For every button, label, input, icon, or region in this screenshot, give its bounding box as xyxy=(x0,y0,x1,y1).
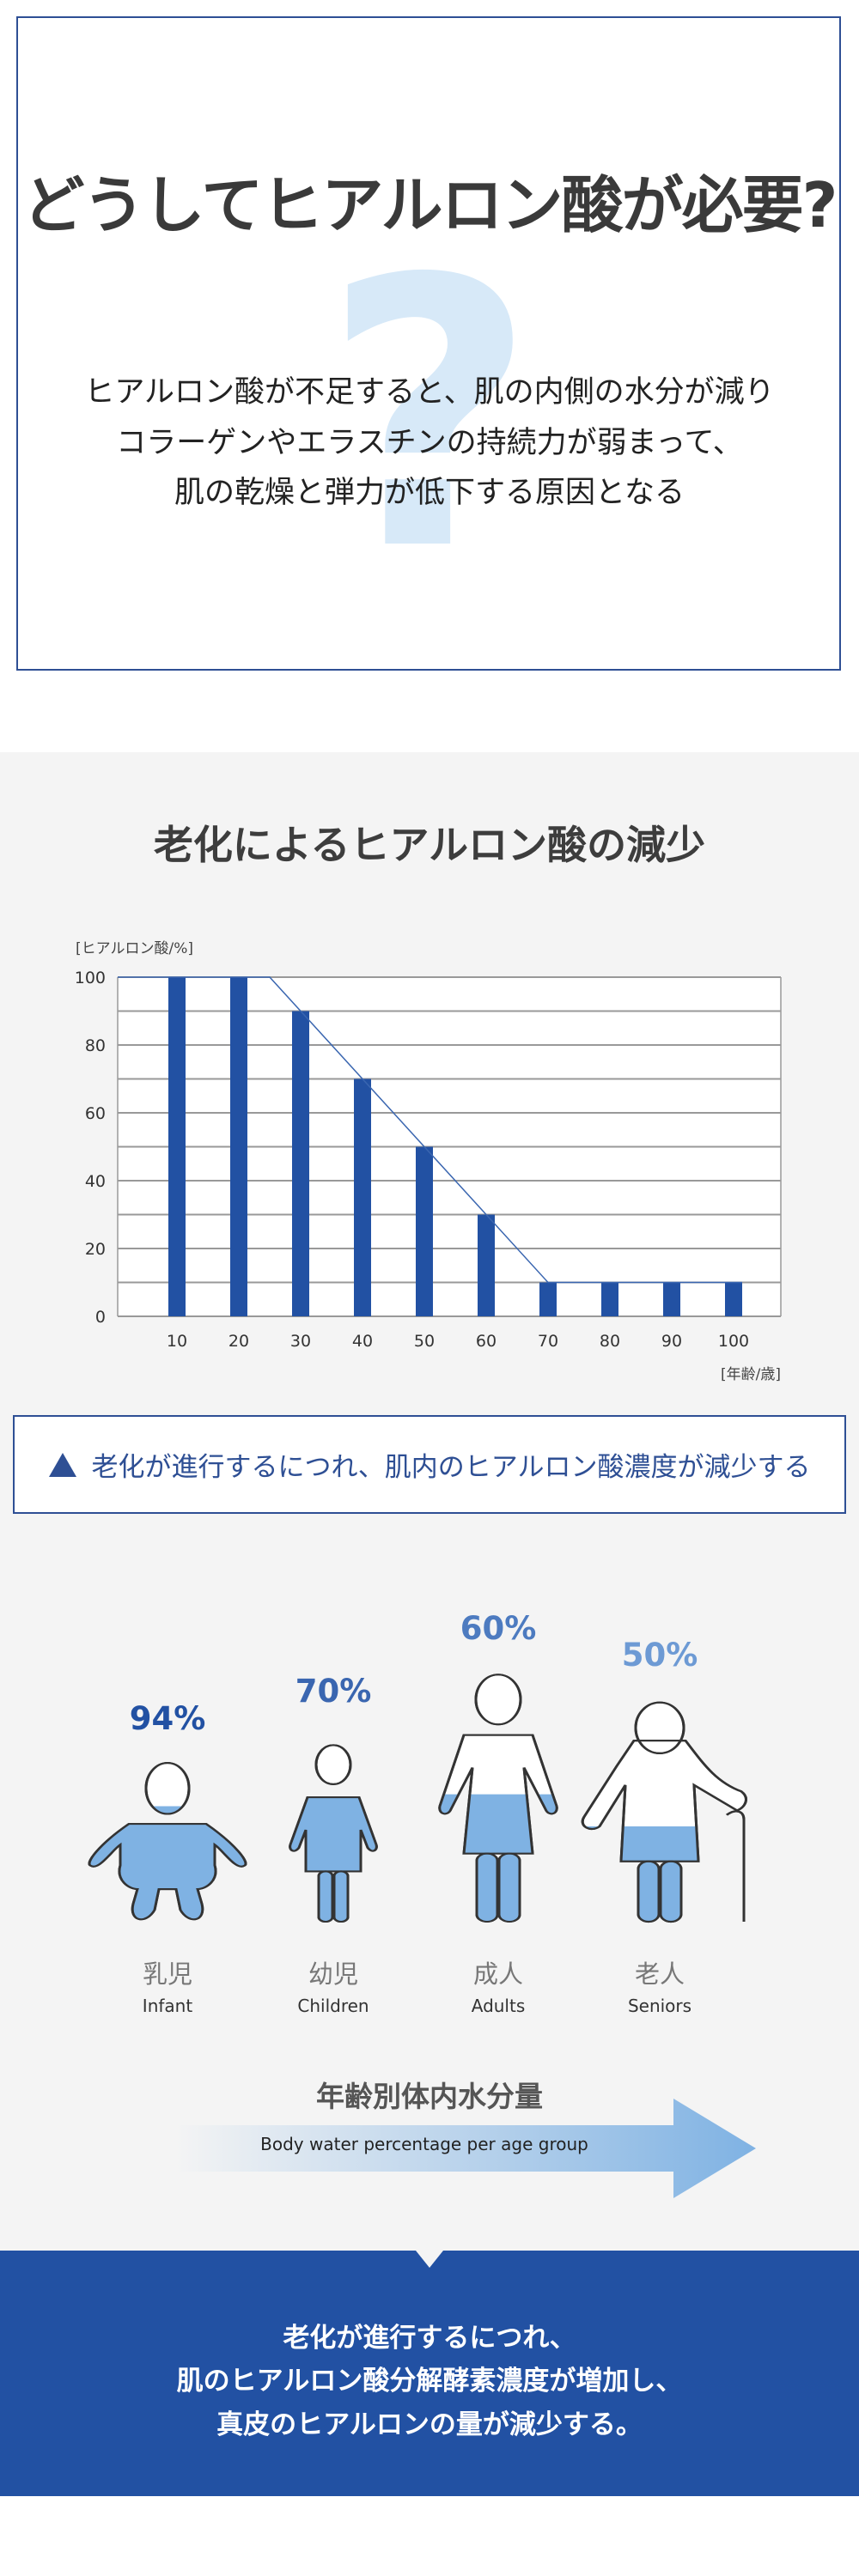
age-group-jp: 老人 xyxy=(634,1959,685,1989)
conclusion-line: 老化が進行するにつれ、 xyxy=(283,2323,576,2354)
y-tick-label: 20 xyxy=(85,1240,106,1259)
bar xyxy=(601,1282,618,1316)
x-tick-label: 40 xyxy=(352,1332,373,1351)
intro-line: コラーゲンやエラスチンの持続力が弱まって、 xyxy=(116,426,743,460)
conclusion-line: 肌のヒアルロン酸分解酵素濃度が増加し、 xyxy=(176,2366,683,2397)
x-tick-label: 10 xyxy=(167,1332,187,1351)
section-title: 老化によるヒアルロン酸の減少 xyxy=(153,822,706,868)
note-box: 老化が進行するにつれ、肌内のヒアルロン酸濃度が減少する xyxy=(13,1415,846,1514)
note-text: 老化が進行するにつれ、肌内のヒアルロン酸濃度が減少する xyxy=(91,1452,811,1483)
arrow-label: Body water percentage per age group xyxy=(260,2134,588,2154)
x-tick-label: 70 xyxy=(538,1332,558,1351)
age-group-en: Infant xyxy=(142,1996,193,2016)
x-tick-label: 20 xyxy=(228,1332,249,1351)
x-axis-label: [年齢/歳] xyxy=(721,1366,781,1383)
bar xyxy=(292,1011,309,1316)
bar xyxy=(539,1282,557,1316)
hyaluronic-chart: 0 20 40 60 80 100 10 20 30 40 50 60 70 80 90 100 [ヒアルロン… xyxy=(75,940,782,1383)
x-tick-label: 80 xyxy=(600,1332,620,1351)
age-group-jp: 成人 xyxy=(472,1959,523,1989)
x-tick-label: 100 xyxy=(718,1332,749,1351)
x-tick-label: 60 xyxy=(476,1332,497,1351)
age-group-en: Children xyxy=(297,1996,369,2016)
bar xyxy=(354,1078,371,1316)
bar xyxy=(230,977,247,1316)
intro-line: 肌の乾燥と弾力が低下する原因となる xyxy=(174,476,685,510)
bar xyxy=(168,977,186,1316)
y-tick-label: 60 xyxy=(85,1104,106,1123)
y-tick-label: 100 xyxy=(75,969,106,987)
intro-line: ヒアルロン酸が不足すると、肌の内側の水分が減り xyxy=(84,375,775,410)
bar xyxy=(416,1146,433,1316)
age-group-jp: 幼児 xyxy=(308,1959,358,1989)
age-group-jp: 乳児 xyxy=(142,1959,192,1989)
bar xyxy=(663,1282,680,1316)
notch-icon xyxy=(416,2251,443,2268)
bar xyxy=(478,1214,495,1316)
x-tick-label: 50 xyxy=(414,1332,435,1351)
x-tick-label: 30 xyxy=(290,1332,311,1351)
conclusion-line: 真皮のヒアルロンの量が減少する。 xyxy=(216,2409,643,2440)
y-tick-label: 80 xyxy=(85,1036,106,1055)
question-mark-icon: ? xyxy=(322,202,537,631)
water-percent: 60% xyxy=(460,1610,537,1647)
y-axis-label: [ヒアルロン酸/%] xyxy=(76,940,193,957)
y-tick-label: 40 xyxy=(85,1172,106,1191)
y-tick-label: 0 xyxy=(95,1308,106,1327)
x-tick-label: 90 xyxy=(661,1332,682,1351)
age-group-en: Seniors xyxy=(627,1996,692,2016)
senior-figure-icon xyxy=(581,1701,747,1923)
age-group-en: Adults xyxy=(471,1996,526,2016)
bar xyxy=(725,1282,742,1316)
triangle-icon xyxy=(48,1452,76,1477)
page-title: どうしてヒアルロン酸が必要? xyxy=(22,169,838,241)
